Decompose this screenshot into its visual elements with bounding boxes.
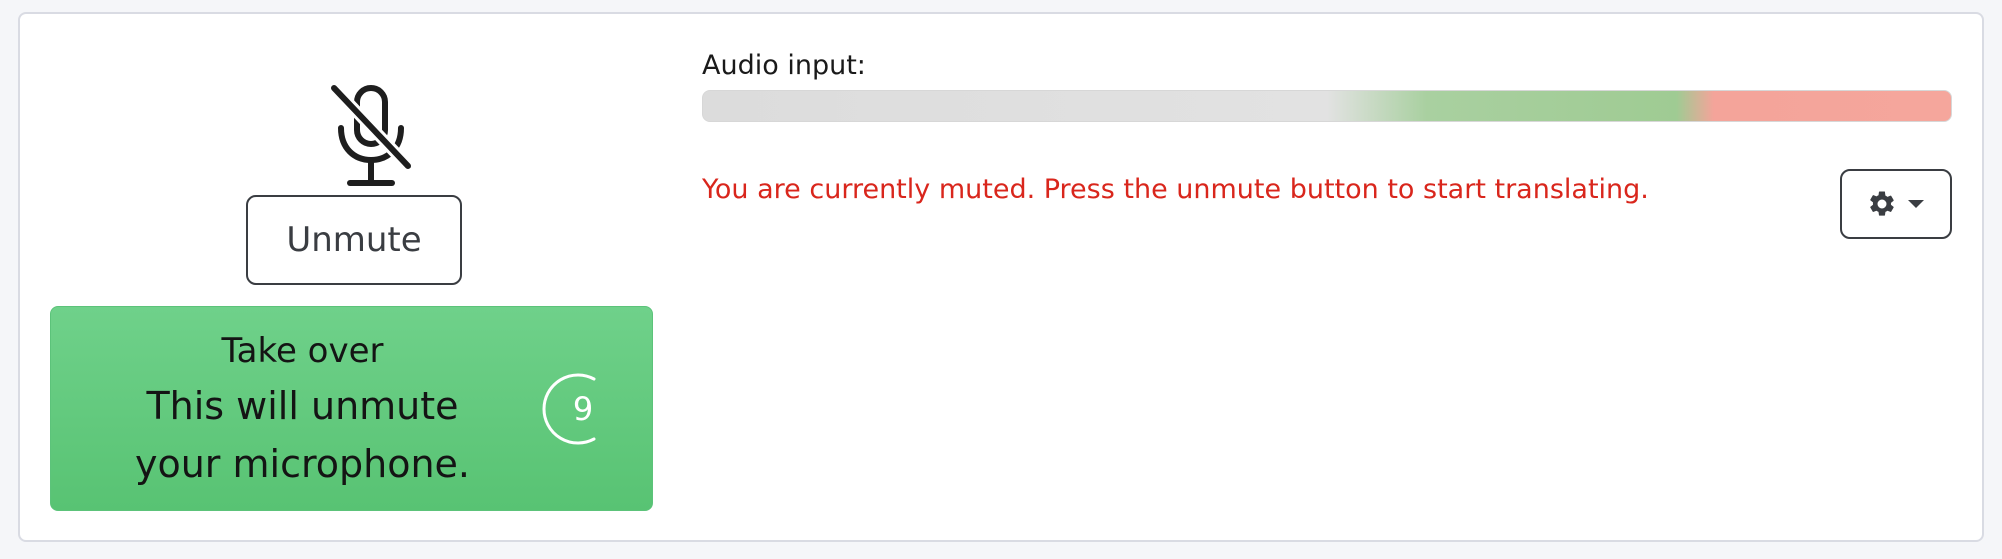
gear-icon: [1870, 191, 1894, 216]
countdown-value: 9: [572, 390, 594, 428]
take-over-button[interactable]: Take over This will unmute your micropho…: [50, 306, 653, 511]
audio-level-meter: [702, 90, 1952, 122]
unmute-button[interactable]: Unmute: [246, 195, 462, 285]
take-over-subtitle: This will unmute your microphone.: [134, 383, 471, 486]
take-over-text: Take over This will unmute your micropho…: [51, 307, 554, 510]
caret-down-icon: [1908, 200, 1924, 208]
muted-status-message: You are currently muted. Press the unmut…: [702, 174, 1649, 205]
settings-dropdown-button[interactable]: [1840, 169, 1952, 239]
countdown-timer: 9: [539, 369, 619, 449]
interpreter-panel: Unmute Take over This will unmute your m…: [18, 12, 1984, 542]
unmute-button-label: Unmute: [286, 220, 422, 260]
take-over-title: Take over: [221, 330, 384, 371]
mic-controls: Unmute Take over This will unmute your m…: [20, 14, 690, 540]
microphone-off-icon: [331, 85, 413, 186]
audio-input-label: Audio input:: [702, 50, 866, 81]
